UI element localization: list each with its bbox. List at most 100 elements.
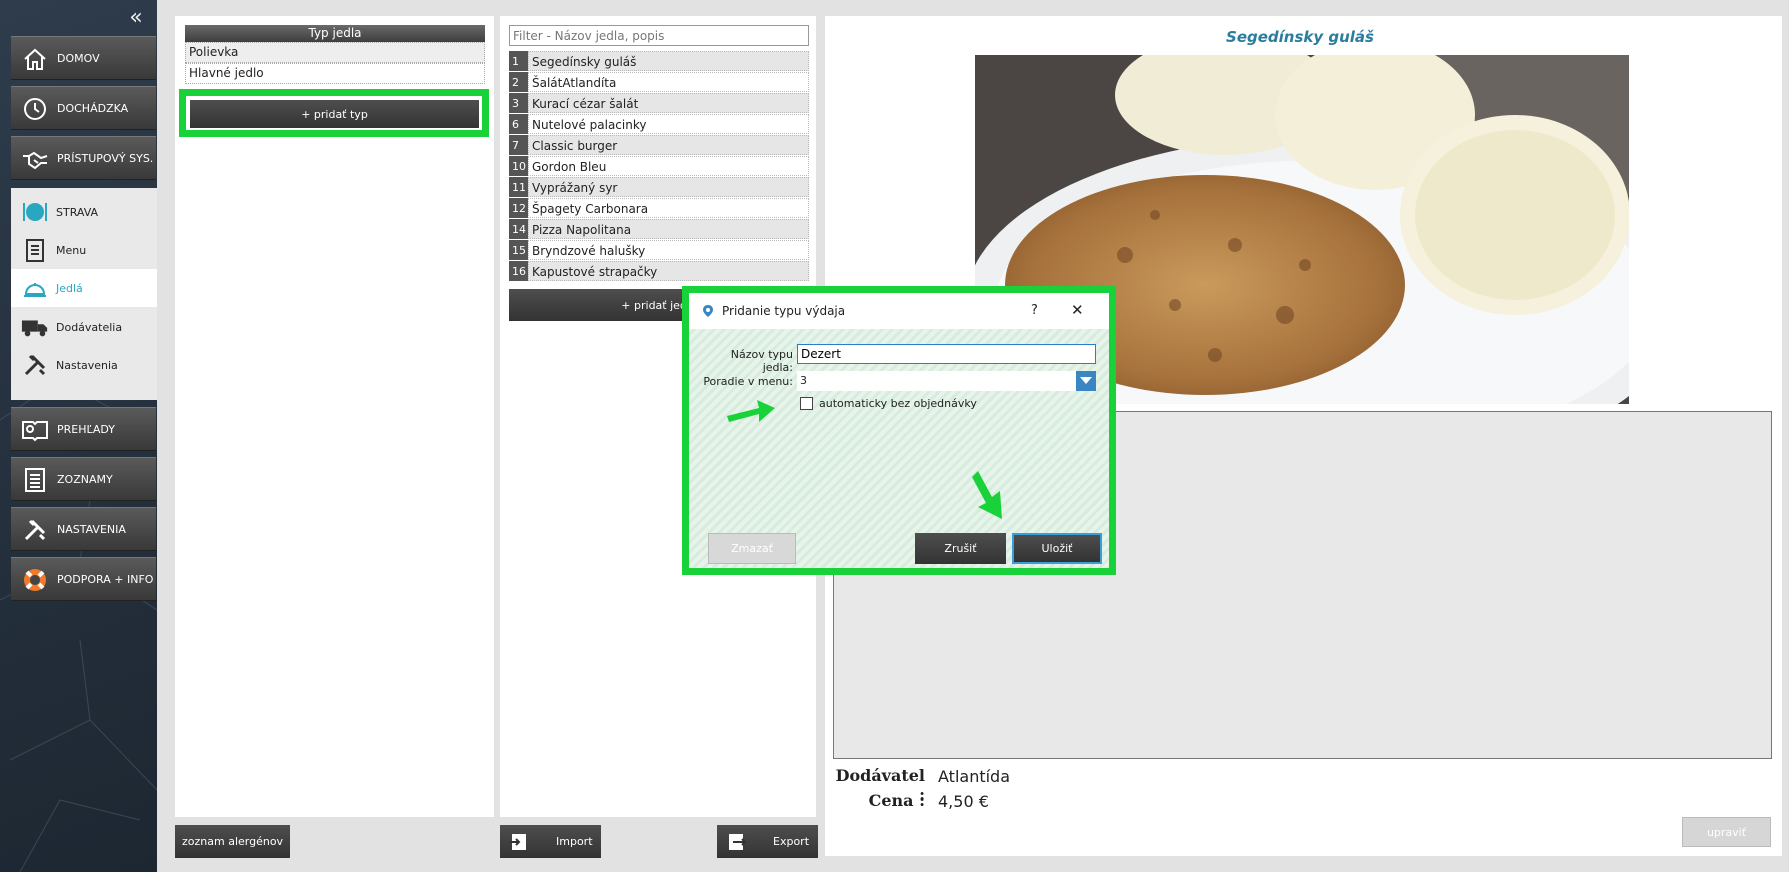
truck-icon bbox=[21, 313, 49, 341]
sidebar-item-label: Menu bbox=[56, 243, 87, 257]
add-type-dialog-highlight: Pridanie typu výdaja ? ✕ Názov typu jedl… bbox=[682, 286, 1116, 575]
nav-nastavenia[interactable]: NASTAVENIA bbox=[11, 507, 156, 551]
food-name: Pizza Napolitana bbox=[528, 219, 809, 239]
types-header: Typ jedla bbox=[185, 25, 485, 42]
app-icon bbox=[701, 304, 715, 318]
nav-domov[interactable]: DOMOV bbox=[11, 36, 156, 80]
nav-pristupovy-sys[interactable]: PRÍSTUPOVÝ SYS. bbox=[11, 136, 156, 180]
delete-button[interactable]: Zmazať bbox=[708, 533, 796, 564]
import-button[interactable]: Import bbox=[500, 825, 601, 858]
food-number: 3 bbox=[509, 93, 528, 113]
nav-label: ZOZNAMY bbox=[57, 473, 113, 486]
order-value: 3 bbox=[800, 374, 807, 387]
food-number: 11 bbox=[509, 177, 528, 197]
food-number: 7 bbox=[509, 135, 528, 155]
type-name-input[interactable] bbox=[797, 344, 1096, 364]
tools-icon bbox=[21, 516, 49, 544]
food-title: Segedínsky guláš bbox=[1226, 28, 1374, 46]
export-icon bbox=[725, 831, 747, 853]
plate-cutlery-icon bbox=[21, 198, 49, 226]
type-row[interactable]: Polievka bbox=[185, 42, 485, 63]
sidebar-item-dodavatelia[interactable]: Dodávatelia bbox=[11, 308, 157, 346]
sidebar-item-nastavenia[interactable]: Nastavenia bbox=[11, 346, 157, 384]
food-number: 10 bbox=[509, 156, 528, 176]
help-button[interactable]: ? bbox=[1031, 303, 1038, 318]
arrow-right-icon bbox=[725, 396, 777, 427]
supplier-value: Atlantída bbox=[938, 767, 1011, 786]
food-number: 16 bbox=[509, 261, 528, 281]
sidebar-item-menu[interactable]: Menu bbox=[11, 231, 157, 269]
add-type-button[interactable]: + pridať typ bbox=[190, 100, 479, 128]
food-row[interactable]: 12 Špagety Carbonara bbox=[509, 198, 809, 219]
food-row[interactable]: 10 Gordon Bleu bbox=[509, 156, 809, 177]
arrow-down-icon bbox=[972, 469, 1012, 524]
nav-label: DOCHÁDZKA bbox=[57, 102, 129, 115]
food-row[interactable]: 3 Kurací cézar šalát bbox=[509, 93, 809, 114]
food-name: Classic burger bbox=[528, 135, 809, 155]
food-name: Bryndzové halušky bbox=[528, 240, 809, 260]
filter-input[interactable] bbox=[509, 25, 809, 46]
export-button[interactable]: Export bbox=[717, 825, 818, 858]
type-row[interactable]: Hlavné jedlo bbox=[185, 63, 485, 84]
nav-prehlady[interactable]: PREHĽADY bbox=[11, 407, 156, 451]
food-name: Kapustové strapačky bbox=[528, 261, 809, 281]
dialog-titlebar: Pridanie typu výdaja ? ✕ bbox=[689, 293, 1109, 329]
food-number: 1 bbox=[509, 51, 528, 71]
export-label: Export bbox=[773, 835, 810, 848]
food-row[interactable]: 14 Pizza Napolitana bbox=[509, 219, 809, 240]
nav-label: DOMOV bbox=[57, 52, 100, 65]
strava-submenu: STRAVA Menu Jedlá Dodávatelia Nastavenia bbox=[11, 188, 157, 400]
clipboard-icon bbox=[21, 236, 49, 264]
add-type-dialog: Pridanie typu výdaja ? ✕ Názov typu jedl… bbox=[689, 293, 1109, 568]
order-label: Poradie v menu: bbox=[703, 375, 793, 388]
food-name: Kurací cézar šalát bbox=[528, 93, 809, 113]
import-label: Import bbox=[556, 835, 593, 848]
nav-zoznamy[interactable]: ZOZNAMY bbox=[11, 457, 156, 501]
sidebar-item-label: Jedlá bbox=[56, 281, 83, 295]
price-value: 4,50 € bbox=[938, 792, 989, 811]
strava-label: STRAVA bbox=[56, 205, 99, 219]
save-button[interactable]: Uložiť bbox=[1012, 533, 1102, 564]
price-label: Cena : bbox=[868, 791, 925, 810]
sidebar-item-jedla[interactable]: Jedlá bbox=[11, 269, 157, 307]
nav-label: PODPORA + INFO bbox=[57, 573, 154, 586]
nav-label: NASTAVENIA bbox=[57, 523, 126, 536]
nav-label: PRÍSTUPOVÝ SYS. bbox=[57, 152, 154, 165]
food-row[interactable]: 15 Bryndzové halušky bbox=[509, 240, 809, 261]
sidebar: « DOMOV DOCHÁDZKA PRÍSTUPOVÝ SYS. STRAVA… bbox=[0, 0, 157, 872]
sidebar-item-label: Nastavenia bbox=[56, 358, 118, 372]
dialog-title: Pridanie typu výdaja bbox=[722, 304, 846, 318]
list-icon bbox=[21, 466, 49, 494]
food-row[interactable]: 7 Classic burger bbox=[509, 135, 809, 156]
collapse-sidebar-button[interactable]: « bbox=[124, 6, 148, 30]
food-number: 12 bbox=[509, 198, 528, 218]
food-name: Špagety Carbonara bbox=[528, 198, 809, 218]
food-row[interactable]: 2 ŠalátAtlandíta bbox=[509, 72, 809, 93]
auto-checkbox[interactable] bbox=[800, 397, 813, 410]
book-search-icon bbox=[21, 416, 49, 444]
food-name: Nutelové palacinky bbox=[528, 114, 809, 134]
edit-button[interactable]: upraviť bbox=[1682, 817, 1771, 847]
nav-label: PREHĽADY bbox=[57, 423, 115, 436]
cancel-button[interactable]: Zrušiť bbox=[915, 533, 1006, 564]
food-row[interactable]: 11 Vyprážaný syr bbox=[509, 177, 809, 198]
strava-header[interactable]: STRAVA bbox=[11, 193, 157, 231]
close-icon[interactable]: ✕ bbox=[1071, 301, 1084, 319]
cloche-icon bbox=[21, 274, 49, 302]
allergens-button[interactable]: zoznam alergénov bbox=[175, 825, 290, 858]
nav-dochadzka[interactable]: DOCHÁDZKA bbox=[11, 86, 156, 130]
food-row[interactable]: 1 Segedínsky guláš bbox=[509, 51, 809, 72]
chevron-down-icon[interactable] bbox=[1076, 371, 1096, 391]
food-row[interactable]: 6 Nutelové palacinky bbox=[509, 114, 809, 135]
lifebuoy-icon bbox=[21, 566, 49, 594]
tools-icon bbox=[21, 351, 49, 379]
food-number: 15 bbox=[509, 240, 528, 260]
food-name: ŠalátAtlandíta bbox=[528, 72, 809, 92]
food-name: Vyprážaný syr bbox=[528, 177, 809, 197]
order-select[interactable]: 3 bbox=[797, 371, 1096, 391]
nav-podpora-info[interactable]: PODPORA + INFO bbox=[11, 557, 156, 601]
import-icon bbox=[508, 831, 530, 853]
food-number: 6 bbox=[509, 114, 528, 134]
handshake-icon bbox=[21, 145, 49, 173]
food-row[interactable]: 16 Kapustové strapačky bbox=[509, 261, 809, 282]
